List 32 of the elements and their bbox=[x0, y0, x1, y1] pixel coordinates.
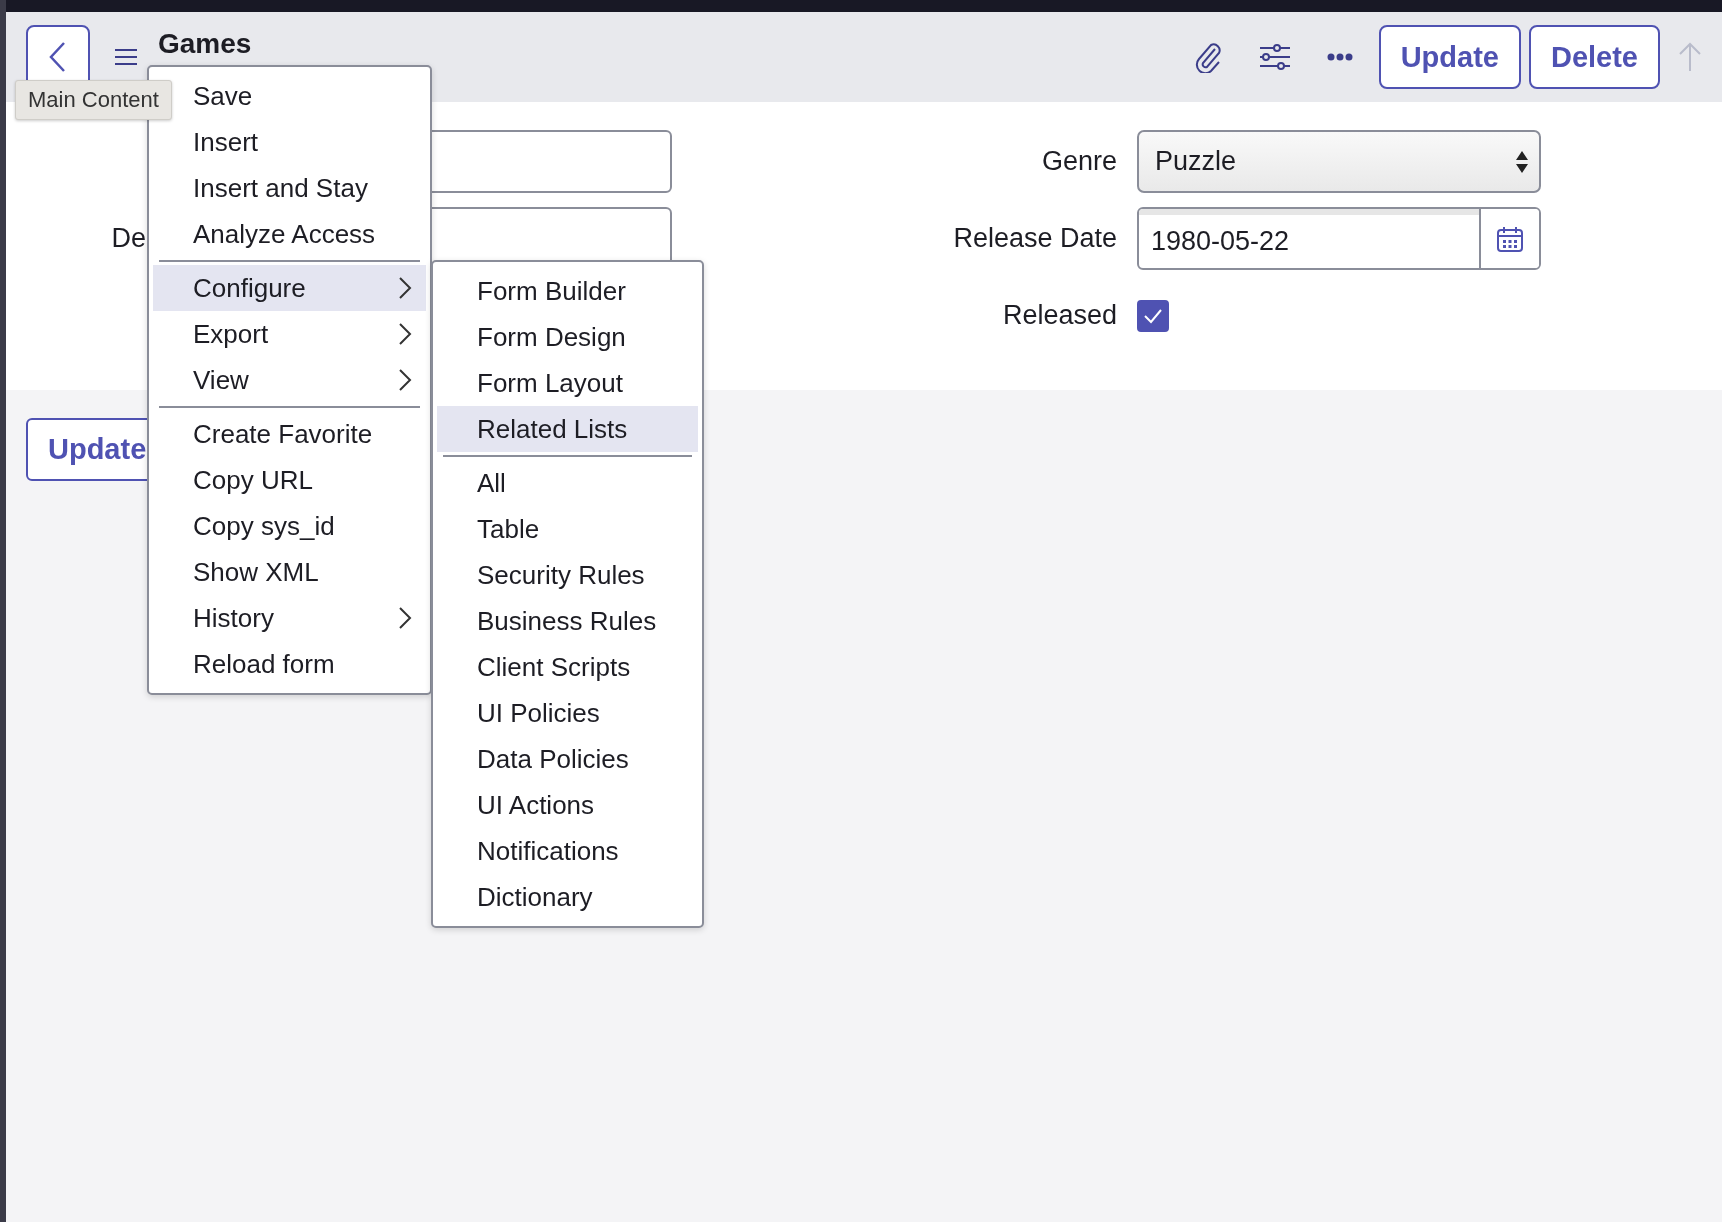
menu-item-label: Insert bbox=[193, 126, 259, 158]
menu-item-label: Table bbox=[477, 513, 540, 545]
field-label: De bbox=[111, 223, 146, 254]
menu-item-label: UI Policies bbox=[477, 697, 600, 729]
menu-item-label: Dictionary bbox=[477, 881, 593, 913]
menu-item-label: Notifications bbox=[477, 835, 619, 867]
tooltip: Main Content bbox=[15, 80, 172, 120]
menu-item-label: Show XML bbox=[193, 556, 319, 588]
menu-item-label: UI Actions bbox=[477, 789, 595, 821]
menu-item-label: Related Lists bbox=[477, 413, 628, 445]
menu-item-label: Client Scripts bbox=[477, 651, 631, 683]
menu-item-label: Form Builder bbox=[477, 275, 626, 307]
menu-item-label: Insert and Stay bbox=[193, 172, 368, 204]
menu-item-label: Form Layout bbox=[477, 367, 623, 399]
menu-item-label: Reload form bbox=[193, 648, 335, 680]
menu-item-label: Business Rules bbox=[477, 605, 657, 637]
menu-item-label: Analyze Access bbox=[193, 218, 376, 250]
menu-item-label: All bbox=[477, 467, 506, 499]
page-title: Games bbox=[158, 28, 252, 60]
menu-item-label: Data Policies bbox=[477, 743, 629, 775]
menu-item-label: Form Design bbox=[477, 321, 626, 353]
menu-item-label: History bbox=[193, 602, 274, 634]
menu-item-label: Export bbox=[193, 318, 269, 350]
menu-item-label: Create Favorite bbox=[193, 418, 373, 450]
menu-item-label: Copy URL bbox=[193, 464, 313, 496]
menu-item-label: Security Rules bbox=[477, 559, 645, 591]
field-label: Genre bbox=[1041, 146, 1117, 177]
field-label: Released bbox=[1002, 300, 1117, 331]
menu-item-label: Configure bbox=[193, 272, 306, 304]
menu-item-label: View bbox=[193, 364, 249, 396]
field-label: Release Date bbox=[953, 223, 1117, 254]
menu-item-label: Copy sys_id bbox=[193, 510, 335, 542]
